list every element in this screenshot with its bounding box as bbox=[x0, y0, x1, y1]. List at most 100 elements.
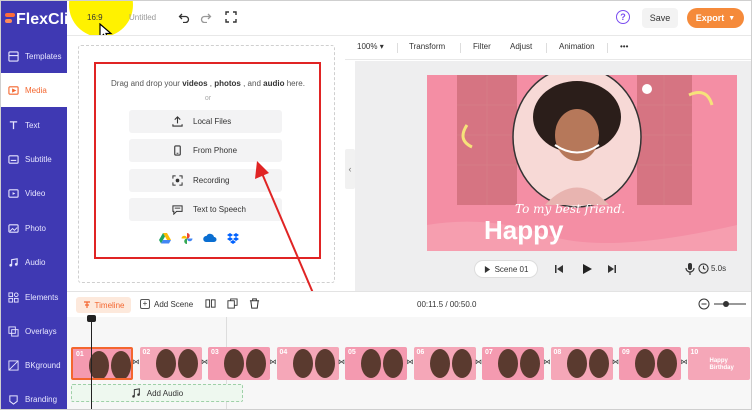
sidebar-item-branding[interactable]: Branding bbox=[1, 382, 67, 409]
clip-thumbnail bbox=[314, 349, 335, 378]
time-readout: 00:11.5 / 00:50.0 bbox=[417, 300, 477, 309]
add-scene-button[interactable]: + Add Scene bbox=[140, 299, 193, 309]
record-icon bbox=[171, 175, 183, 187]
preview-canvas[interactable]: To my best friend. Happy bbox=[427, 75, 737, 251]
timeline-clip[interactable]: 09 bbox=[619, 347, 681, 380]
timeline-clip[interactable]: 10 Happy Birthday bbox=[687, 347, 750, 380]
help-icon[interactable]: ? bbox=[616, 10, 630, 24]
sidebar-item-photo[interactable]: Photo bbox=[1, 211, 67, 245]
clip-thumbnail bbox=[498, 349, 518, 378]
sidebar-item-subtitle[interactable]: Subtitle bbox=[1, 142, 67, 176]
transition-icon[interactable]: ⋈ bbox=[406, 357, 414, 367]
timeline-clip[interactable]: 06 bbox=[413, 347, 476, 380]
aspect-ratio-selector[interactable]: 16:9 bbox=[87, 13, 103, 22]
timeline-clip[interactable]: 02 bbox=[139, 347, 202, 380]
sidebar: FlexClip Templates Media Text Subtitle V… bbox=[1, 1, 78, 409]
dropbox-icon[interactable] bbox=[227, 233, 239, 244]
clip-thumbnail bbox=[177, 349, 198, 378]
clip-number: 03 bbox=[211, 349, 219, 356]
timeline-clip[interactable]: 03 bbox=[208, 347, 270, 380]
transition-icon[interactable]: ⋈ bbox=[132, 357, 140, 367]
microphone-icon[interactable] bbox=[685, 263, 695, 275]
save-button[interactable]: Save bbox=[642, 8, 678, 28]
music-note-icon bbox=[132, 388, 140, 398]
clip-thumbnail bbox=[155, 349, 176, 378]
branding-icon bbox=[7, 393, 19, 405]
redo-icon[interactable] bbox=[200, 11, 212, 23]
export-label: Export bbox=[695, 13, 725, 23]
transition-icon[interactable]: ⋈ bbox=[680, 357, 688, 367]
scene-duration[interactable]: 5.0s bbox=[711, 264, 726, 273]
delete-icon[interactable] bbox=[249, 298, 260, 309]
fullscreen-icon[interactable] bbox=[225, 11, 237, 23]
next-icon[interactable] bbox=[607, 264, 617, 274]
clip-thumbnail bbox=[89, 351, 109, 378]
sidebar-item-label: Subtitle bbox=[25, 154, 52, 164]
onedrive-icon[interactable] bbox=[203, 233, 217, 243]
drop-text-prefix: Drag and drop your bbox=[111, 79, 180, 88]
transform-button[interactable]: Transform bbox=[409, 42, 445, 51]
templates-icon bbox=[7, 50, 19, 62]
clip-number: 05 bbox=[348, 349, 356, 356]
clock-icon bbox=[698, 263, 709, 274]
play-small-icon bbox=[484, 265, 490, 273]
zoom-level-select[interactable]: 100% ▾ bbox=[357, 42, 384, 51]
duplicate-icon[interactable] bbox=[227, 298, 238, 309]
adjust-button[interactable]: Adjust bbox=[510, 42, 532, 51]
sidebar-item-media[interactable]: Media bbox=[1, 73, 67, 107]
google-drive-icon[interactable] bbox=[159, 233, 171, 244]
drop-keyword-photos: photos bbox=[214, 79, 241, 88]
drop-keyword-audio: audio bbox=[263, 79, 285, 88]
timeline-clip[interactable]: 01 bbox=[71, 347, 133, 380]
playhead-handle[interactable] bbox=[87, 315, 96, 322]
project-title[interactable]: Untitled bbox=[129, 13, 156, 22]
sidebar-item-audio[interactable]: Audio bbox=[1, 245, 67, 279]
play-icon[interactable] bbox=[581, 263, 593, 275]
button-label: Text to Speech bbox=[193, 205, 246, 214]
more-options-icon[interactable]: ••• bbox=[620, 42, 628, 51]
photo-icon bbox=[7, 222, 19, 234]
sidebar-item-templates[interactable]: Templates bbox=[1, 39, 67, 73]
sidebar-item-elements[interactable]: Elements bbox=[1, 280, 67, 314]
transition-icon[interactable]: ⋈ bbox=[269, 357, 277, 367]
timeline-label: Timeline bbox=[94, 300, 125, 310]
audio-icon bbox=[7, 256, 19, 268]
filter-button[interactable]: Filter bbox=[473, 42, 491, 51]
timeline-clip[interactable]: 07 bbox=[482, 347, 544, 380]
chevron-down-icon: ▼ bbox=[728, 14, 736, 22]
timeline-clip[interactable]: 04 bbox=[276, 347, 339, 380]
clip-number: 10 bbox=[690, 349, 699, 356]
clip-thumbnail bbox=[635, 349, 655, 378]
playhead-line[interactable] bbox=[91, 317, 92, 409]
button-label: Recording bbox=[193, 176, 230, 185]
previous-icon[interactable] bbox=[554, 264, 564, 274]
timeline-icon bbox=[83, 301, 90, 308]
sidebar-item-video[interactable]: Video bbox=[1, 176, 67, 210]
google-photos-icon[interactable] bbox=[181, 233, 193, 244]
animation-button[interactable]: Animation bbox=[559, 42, 595, 51]
local-files-button[interactable]: Local Files bbox=[129, 110, 282, 133]
drop-keyword-videos: videos bbox=[182, 79, 208, 88]
scene-selector[interactable]: Scene 01 bbox=[474, 260, 538, 278]
button-label: Local Files bbox=[193, 117, 232, 126]
timeline-clip[interactable]: 05 bbox=[345, 347, 407, 380]
toolbar-separator bbox=[546, 43, 547, 53]
sidebar-item-bkground[interactable]: BKground bbox=[1, 348, 67, 382]
export-button[interactable]: Export ▼ bbox=[687, 8, 744, 28]
sidebar-item-label: Text bbox=[25, 120, 40, 130]
undo-icon[interactable] bbox=[178, 11, 190, 23]
sidebar-item-text[interactable]: Text bbox=[1, 108, 67, 142]
clip-thumbnail bbox=[383, 349, 403, 378]
clip-thumbnail bbox=[246, 349, 266, 378]
sidebar-item-label: Media bbox=[25, 85, 47, 95]
clip-number: 08 bbox=[553, 349, 562, 356]
collapse-panel-handle[interactable]: ‹ bbox=[345, 149, 355, 189]
sidebar-item-overlays[interactable]: Overlays bbox=[1, 314, 67, 348]
split-icon[interactable] bbox=[205, 298, 216, 309]
timeline-clip[interactable]: 08 bbox=[550, 347, 613, 380]
cloud-sources bbox=[159, 233, 239, 244]
add-audio-button[interactable]: Add Audio bbox=[71, 384, 243, 402]
transition-icon[interactable]: ⋈ bbox=[543, 357, 551, 367]
timeline-zoom-slider[interactable] bbox=[698, 298, 748, 310]
timeline-button[interactable]: Timeline bbox=[76, 297, 131, 313]
